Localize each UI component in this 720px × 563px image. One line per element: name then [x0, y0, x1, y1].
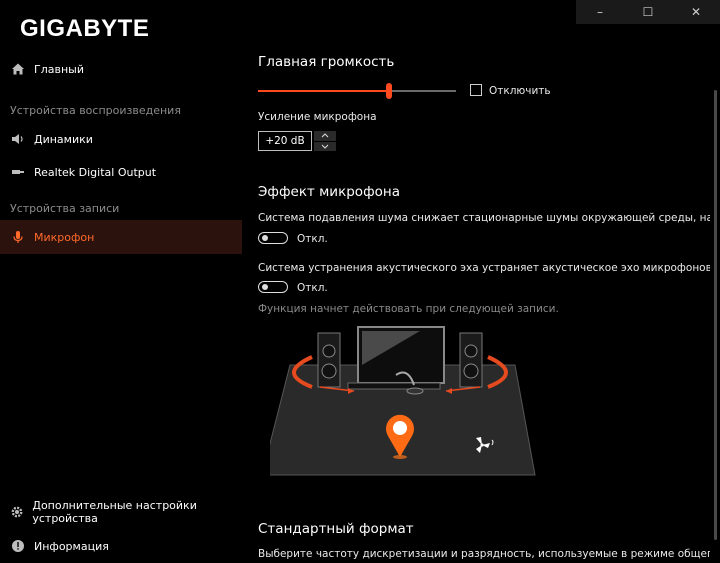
section-label-playback: Устройства воспроизведения — [10, 104, 181, 117]
sidebar-item-label: Realtek Digital Output — [34, 165, 157, 179]
default-format-text: Выберите частоту дискретизации и разрядн… — [258, 548, 710, 560]
noise-suppression-state: Откл. — [297, 233, 328, 245]
volume-slider[interactable] — [258, 83, 456, 99]
right-speaker-icon — [459, 332, 483, 388]
home-icon — [10, 61, 26, 77]
maximize-button[interactable]: ☐ — [624, 0, 672, 24]
stepper-up-button[interactable] — [314, 131, 336, 141]
sidebar-item-microphone[interactable]: Микрофон — [0, 220, 242, 254]
section-label-record: Устройства записи — [10, 202, 120, 215]
noise-suppression-text: Система подавления шума снижает стациона… — [258, 212, 710, 224]
mic-effect-title: Эффект микрофона — [258, 184, 400, 200]
sidebar-item-label: Динамики — [34, 132, 93, 146]
echo-cancellation-text: Система устранения акустического эха уст… — [258, 262, 710, 274]
scrollbar[interactable] — [710, 28, 720, 563]
mute-checkbox[interactable] — [470, 84, 482, 96]
mic-boost-value[interactable]: +20 dB — [258, 131, 312, 151]
chevron-down-icon — [321, 144, 329, 149]
notice-text: Функция начнет действовать при следующей… — [258, 303, 559, 315]
sidebar-item-label: Информация — [34, 539, 109, 553]
minimize-button[interactable]: – — [576, 0, 624, 24]
echo-cancellation-toggle[interactable] — [258, 281, 288, 293]
sidebar-item-label: Микрофон — [34, 230, 95, 244]
sidebar-item-digital-output[interactable]: Realtek Digital Output — [0, 155, 242, 189]
noise-suppression-toggle[interactable] — [258, 232, 288, 244]
gear-icon — [10, 504, 24, 520]
stepper-down-button[interactable] — [314, 141, 336, 151]
close-button[interactable]: ✕ — [672, 0, 720, 24]
sidebar-item-label: Дополнительные настройки устройства — [32, 499, 197, 525]
default-format-title: Стандартный формат — [258, 521, 414, 537]
left-speaker-icon — [317, 332, 341, 388]
volume-slider-fill — [258, 90, 389, 92]
window-controls: – ☐ ✕ — [576, 0, 720, 24]
echo-cancellation-state: Откл. — [297, 282, 328, 294]
sidebar: GIGABYTE Главный Устройства воспроизведе… — [0, 0, 242, 563]
info-icon — [10, 538, 26, 554]
volume-slider-thumb[interactable] — [385, 83, 392, 99]
chevron-up-icon — [321, 133, 329, 138]
sidebar-item-information[interactable]: Информация — [0, 529, 242, 563]
mic-boost-stepper — [314, 131, 336, 151]
mic-boost-label: Усиление микрофона — [258, 111, 377, 123]
monitor-icon — [347, 326, 445, 390]
mic-effect-illustration — [270, 326, 536, 476]
sidebar-item-speakers[interactable]: Динамики — [0, 122, 242, 156]
sidebar-item-label: Главный — [34, 62, 84, 76]
sidebar-item-advanced-settings[interactable]: Дополнительные настройки устройства — [0, 495, 242, 529]
scrollbar-thumb[interactable] — [714, 90, 717, 540]
volume-title: Главная громкость — [258, 54, 395, 70]
sidebar-item-main[interactable]: Главный — [0, 52, 242, 86]
mute-label: Отключить — [489, 85, 551, 97]
brand-logo: GIGABYTE — [20, 15, 150, 42]
speaker-icon — [10, 131, 26, 147]
microphone-icon — [10, 229, 26, 245]
digital-output-icon — [10, 164, 26, 180]
